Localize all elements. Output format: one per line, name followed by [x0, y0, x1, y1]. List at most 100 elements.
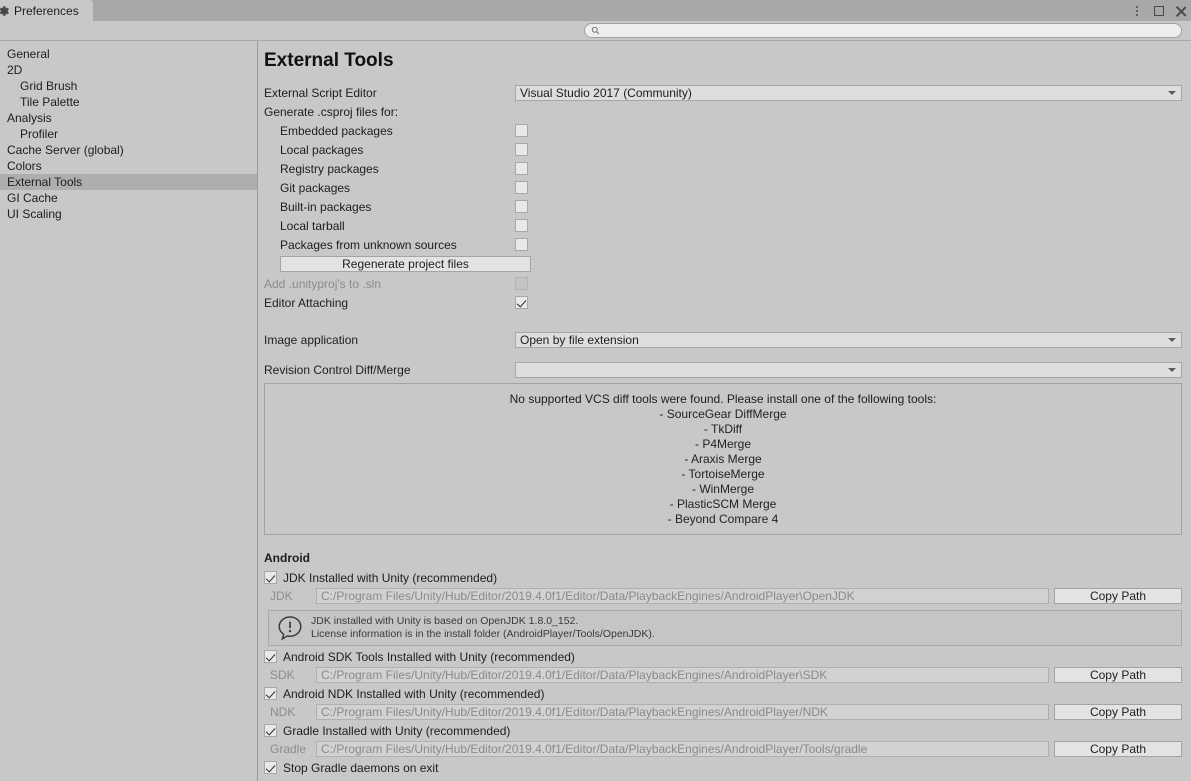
- revision-control-label: Revision Control Diff/Merge: [264, 362, 411, 377]
- sdk-installed-row[interactable]: Android SDK Tools Installed with Unity (…: [264, 648, 1182, 665]
- ndk-installed-row[interactable]: Android NDK Installed with Unity (recomm…: [264, 685, 1182, 702]
- external-script-editor-dropdown[interactable]: Visual Studio 2017 (Community): [515, 84, 1182, 101]
- csproj-option-unknown-label: Packages from unknown sources: [280, 237, 457, 252]
- sidebar-item-ui-scaling[interactable]: UI Scaling: [0, 206, 257, 222]
- jdk-copy-path-button[interactable]: Copy Path: [1054, 588, 1182, 604]
- warning-bubble-icon: [278, 616, 302, 641]
- search-icon: [591, 26, 600, 35]
- regenerate-project-files-button[interactable]: Regenerate project files: [280, 256, 531, 272]
- window-titlebar: Preferences: [0, 0, 1191, 21]
- sidebar-item-analysis[interactable]: Analysis: [0, 110, 257, 126]
- close-button[interactable]: [1174, 4, 1187, 17]
- vcs-tool-item: - WinMerge: [691, 482, 754, 496]
- csproj-option-unknown[interactable]: Packages from unknown sources: [264, 235, 1182, 254]
- csproj-option-git-checkbox[interactable]: [515, 181, 528, 194]
- csproj-option-registry[interactable]: Registry packages: [264, 159, 1182, 178]
- ndk-installed-label: Android NDK Installed with Unity (recomm…: [283, 686, 545, 701]
- jdk-info-line2: License information is in the install fo…: [311, 628, 655, 640]
- main-panel: External Tools External Script Editor Vi…: [258, 41, 1191, 781]
- image-application-row: Image application Open by file extension: [264, 330, 1182, 349]
- csproj-option-local-checkbox[interactable]: [515, 143, 528, 156]
- csproj-section-label: Generate .csproj files for:: [264, 104, 399, 119]
- gradle-path-field: C:/Program Files/Unity/Hub/Editor/2019.4…: [316, 741, 1049, 757]
- window-menu-button[interactable]: [1130, 4, 1143, 17]
- csproj-option-registry-checkbox[interactable]: [515, 162, 528, 175]
- editor-attaching-label: Editor Attaching: [264, 295, 349, 310]
- sidebar-item-profiler[interactable]: Profiler: [0, 126, 257, 142]
- gradle-path-label: Gradle: [270, 742, 307, 756]
- sdk-path-row: SDK C:/Program Files/Unity/Hub/Editor/20…: [264, 665, 1182, 685]
- csproj-option-unknown-checkbox[interactable]: [515, 238, 528, 251]
- search-field[interactable]: [584, 23, 1182, 38]
- vcs-tool-item: - P4Merge: [694, 437, 752, 451]
- csproj-option-git[interactable]: Git packages: [264, 178, 1182, 197]
- csproj-option-embedded[interactable]: Embedded packages: [264, 121, 1182, 140]
- image-application-label: Image application: [264, 332, 359, 347]
- jdk-info-box: JDK installed with Unity is based on Ope…: [268, 610, 1182, 646]
- sidebar-item-external-tools[interactable]: External Tools: [0, 174, 257, 190]
- revision-control-dropdown[interactable]: [515, 361, 1182, 378]
- csproj-option-builtin-label: Built-in packages: [280, 199, 372, 214]
- csproj-option-embedded-checkbox[interactable]: [515, 124, 528, 137]
- ndk-copy-path-button[interactable]: Copy Path: [1054, 704, 1182, 720]
- gradle-installed-row[interactable]: Gradle Installed with Unity (recommended…: [264, 722, 1182, 739]
- jdk-installed-row[interactable]: JDK Installed with Unity (recommended): [264, 569, 1182, 586]
- external-script-editor-label: External Script Editor: [264, 85, 377, 100]
- stop-gradle-daemons-row[interactable]: Stop Gradle daemons on exit: [264, 759, 1182, 776]
- sidebar-item-gi-cache[interactable]: GI Cache: [0, 190, 257, 206]
- csproj-option-builtin[interactable]: Built-in packages: [264, 197, 1182, 216]
- sdk-copy-path-button[interactable]: Copy Path: [1054, 667, 1182, 683]
- editor-attaching-checkbox[interactable]: [515, 296, 528, 309]
- csproj-option-tarball[interactable]: Local tarball: [264, 216, 1182, 235]
- editor-attaching-row[interactable]: Editor Attaching: [264, 293, 1182, 312]
- csproj-section-label-row: Generate .csproj files for:: [264, 102, 1182, 121]
- csproj-option-tarball-label: Local tarball: [280, 218, 345, 233]
- sidebar-item-general[interactable]: General: [0, 46, 257, 62]
- vcs-tool-item: - PlasticSCM Merge: [669, 497, 777, 511]
- search-input[interactable]: [604, 24, 1175, 37]
- tab-label: Preferences: [14, 3, 79, 18]
- stop-gradle-daemons-checkbox[interactable]: [264, 761, 277, 774]
- jdk-info-line1: JDK installed with Unity is based on Ope…: [311, 615, 579, 627]
- sidebar-item-cache-server[interactable]: Cache Server (global): [0, 142, 257, 158]
- chevron-down-icon: [1168, 337, 1176, 342]
- window-controls: [1130, 0, 1187, 21]
- sidebar-item-2d[interactable]: 2D: [0, 62, 257, 78]
- vcs-help-box: No supported VCS diff tools were found. …: [264, 383, 1182, 535]
- sidebar: General 2D Grid Brush Tile Palette Analy…: [0, 41, 258, 781]
- jdk-installed-checkbox[interactable]: [264, 571, 277, 584]
- gradle-installed-label: Gradle Installed with Unity (recommended…: [283, 723, 511, 738]
- add-unityproj-row: Add .unityproj's to .sln: [264, 274, 1182, 293]
- jdk-path-field: C:/Program Files/Unity/Hub/Editor/2019.4…: [316, 588, 1049, 604]
- csproj-option-git-label: Git packages: [280, 180, 351, 195]
- csproj-option-local[interactable]: Local packages: [264, 140, 1182, 159]
- jdk-path-row: JDK C:/Program Files/Unity/Hub/Editor/20…: [264, 586, 1182, 606]
- image-application-dropdown[interactable]: Open by file extension: [515, 331, 1182, 348]
- external-script-editor-value: Visual Studio 2017 (Community): [520, 85, 692, 100]
- search-row: [0, 21, 1191, 41]
- vcs-tool-item: - TortoiseMerge: [681, 467, 765, 481]
- csproj-option-builtin-checkbox[interactable]: [515, 200, 528, 213]
- sdk-installed-checkbox[interactable]: [264, 650, 277, 663]
- ndk-installed-checkbox[interactable]: [264, 687, 277, 700]
- sidebar-item-tile-palette[interactable]: Tile Palette: [0, 94, 257, 110]
- vcs-tool-item: - TkDiff: [703, 422, 743, 436]
- csproj-option-tarball-checkbox[interactable]: [515, 219, 528, 232]
- sdk-path-field: C:/Program Files/Unity/Hub/Editor/2019.4…: [316, 667, 1049, 683]
- gradle-installed-checkbox[interactable]: [264, 724, 277, 737]
- revision-control-row: Revision Control Diff/Merge: [264, 360, 1182, 379]
- gradle-copy-path-button[interactable]: Copy Path: [1054, 741, 1182, 757]
- ndk-path-row: NDK C:/Program Files/Unity/Hub/Editor/20…: [264, 702, 1182, 722]
- sidebar-item-grid-brush[interactable]: Grid Brush: [0, 78, 257, 94]
- preferences-body: General 2D Grid Brush Tile Palette Analy…: [0, 41, 1191, 781]
- vertical-dots-icon: [1135, 5, 1138, 16]
- chevron-down-icon: [1168, 367, 1176, 372]
- ndk-path-field: C:/Program Files/Unity/Hub/Editor/2019.4…: [316, 704, 1049, 720]
- regenerate-row: Regenerate project files: [264, 254, 1182, 274]
- tab-preferences[interactable]: Preferences: [0, 0, 93, 21]
- gradle-path-row: Gradle C:/Program Files/Unity/Hub/Editor…: [264, 739, 1182, 759]
- csproj-option-local-label: Local packages: [280, 142, 364, 157]
- sidebar-item-colors[interactable]: Colors: [0, 158, 257, 174]
- csproj-option-embedded-label: Embedded packages: [280, 123, 393, 138]
- maximize-button[interactable]: [1152, 4, 1165, 17]
